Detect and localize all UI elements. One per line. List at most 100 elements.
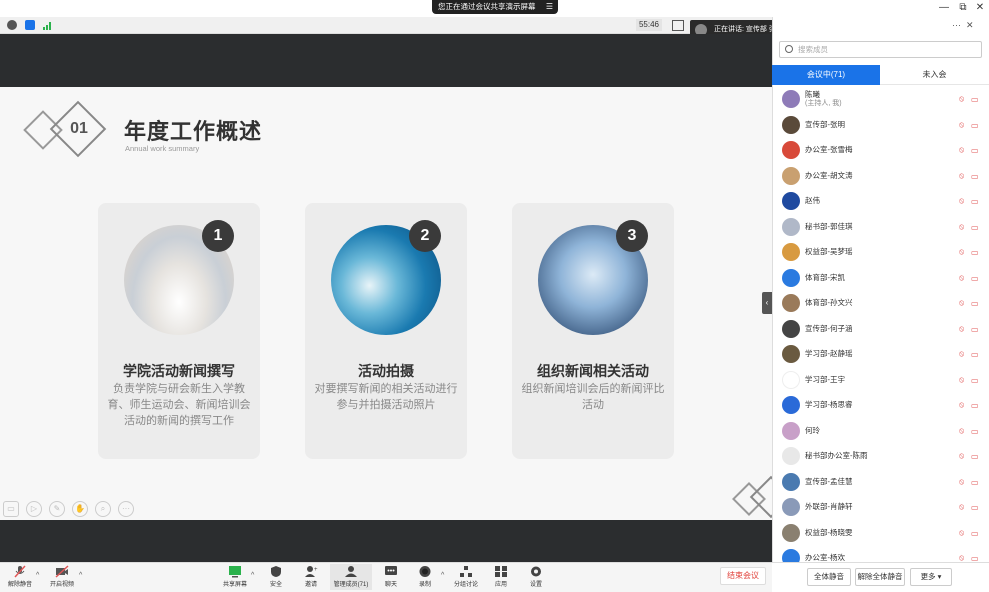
- mic-muted-icon[interactable]: ⦸: [959, 247, 967, 256]
- member-row[interactable]: 学习部-杨思睿 ⦸ ▭: [772, 392, 989, 418]
- video-off-icon[interactable]: ▭: [971, 529, 981, 538]
- member-row[interactable]: 体育部-孙文兴 ⦸ ▭: [772, 290, 989, 316]
- more-options-icon[interactable]: ···: [118, 501, 134, 517]
- video-off-icon[interactable]: ▭: [971, 95, 981, 104]
- video-off-icon[interactable]: ▭: [971, 274, 981, 283]
- meeting-timer: 55:46: [636, 19, 662, 31]
- share-menu-icon[interactable]: ☰: [546, 0, 553, 14]
- member-row[interactable]: 办公室-胡文涛 ⦸ ▭: [772, 163, 989, 189]
- member-name: 宣传部-何子涵: [805, 323, 853, 333]
- tab-not-joined[interactable]: 未入会: [880, 65, 989, 85]
- video-off-icon[interactable]: ▭: [971, 248, 981, 257]
- slide-number-mark: 01: [70, 120, 88, 137]
- member-row[interactable]: 外联部-肖静轩 ⦸ ▭: [772, 494, 989, 520]
- member-row[interactable]: 学习部-赵静瑶 ⦸ ▭: [772, 341, 989, 367]
- panel-more-button[interactable]: 更多 ▾: [910, 568, 952, 586]
- mic-muted-icon[interactable]: ⦸: [959, 120, 967, 129]
- pen-icon[interactable]: ✎: [49, 501, 65, 517]
- mic-muted-icon[interactable]: ⦸: [959, 324, 967, 333]
- member-row[interactable]: 学习部-王宇 ⦸ ▭: [772, 367, 989, 393]
- settings-button[interactable]: 设置: [516, 564, 556, 590]
- minimize-button[interactable]: —: [934, 1, 954, 15]
- audio-options-caret[interactable]: ^: [36, 572, 39, 579]
- info-icon[interactable]: [7, 20, 17, 30]
- mic-muted-icon[interactable]: ⦸: [959, 222, 967, 231]
- video-off-icon[interactable]: ▭: [971, 325, 981, 334]
- start-video-button[interactable]: 开启视频: [42, 564, 82, 590]
- avatar: [782, 294, 800, 312]
- member-row[interactable]: 陈曦 (主持人, 我) ⦸ ▭: [772, 86, 989, 112]
- mic-muted-icon[interactable]: ⦸: [959, 349, 967, 358]
- play-icon[interactable]: ▷: [26, 501, 42, 517]
- mic-muted-icon[interactable]: ⦸: [959, 145, 967, 154]
- video-off-icon[interactable]: ▭: [971, 299, 981, 308]
- video-off-icon[interactable]: ▭: [971, 197, 981, 206]
- invite-button[interactable]: + 邀请: [291, 564, 331, 590]
- member-row[interactable]: 秘书部办公室-陈雨 ⦸ ▭: [772, 443, 989, 469]
- mic-muted-icon[interactable]: ⦸: [959, 400, 967, 409]
- unmute-button[interactable]: 解除静音: [0, 564, 40, 590]
- member-row[interactable]: 何玲 ⦸ ▭: [772, 418, 989, 444]
- mic-muted-icon[interactable]: ⦸: [959, 553, 967, 562]
- member-row[interactable]: 权益部-吴梦瑶 ⦸ ▭: [772, 239, 989, 265]
- member-search-input[interactable]: 搜索成员: [779, 41, 982, 58]
- slide-thumbnail-icon[interactable]: ▭: [3, 501, 19, 517]
- video-off-icon[interactable]: ▭: [971, 427, 981, 436]
- shield-icon[interactable]: [25, 20, 35, 30]
- member-row[interactable]: 宣传部-何子涵 ⦸ ▭: [772, 316, 989, 342]
- tab-in-meeting[interactable]: 会议中(71): [772, 65, 880, 85]
- video-off-icon[interactable]: ▭: [971, 146, 981, 155]
- mic-muted-icon[interactable]: ⦸: [959, 171, 967, 180]
- panel-close-icon[interactable]: ✕: [966, 20, 974, 31]
- video-off-icon[interactable]: ▭: [971, 350, 981, 359]
- mic-muted-icon[interactable]: ⦸: [959, 94, 967, 103]
- video-off-icon[interactable]: ▭: [971, 121, 981, 130]
- share-options-caret[interactable]: ^: [251, 572, 254, 579]
- mic-muted-icon[interactable]: ⦸: [959, 477, 967, 486]
- manage-members-button[interactable]: 管理成员(71): [330, 564, 372, 590]
- member-row[interactable]: 秘书部-郭佳琪 ⦸ ▭: [772, 214, 989, 240]
- unmute-all-button[interactable]: 解除全体静音: [855, 568, 905, 586]
- video-off-icon[interactable]: ▭: [971, 376, 981, 385]
- video-off-icon[interactable]: ▭: [971, 478, 981, 487]
- member-row[interactable]: 办公室-张雪梅 ⦸ ▭: [772, 137, 989, 163]
- apps-button[interactable]: 应用: [481, 564, 521, 590]
- panel-more-icon[interactable]: ···: [952, 20, 961, 30]
- mic-muted-icon[interactable]: ⦸: [959, 273, 967, 282]
- signal-icon[interactable]: [43, 21, 53, 30]
- avatar: [782, 319, 800, 338]
- hand-icon[interactable]: ✋: [72, 501, 88, 517]
- record-options-caret[interactable]: ^: [441, 572, 444, 579]
- member-row[interactable]: 宣传部-张明 ⦸ ▭: [772, 112, 989, 138]
- mic-muted-icon[interactable]: ⦸: [959, 298, 967, 307]
- video-options-caret[interactable]: ^: [79, 572, 82, 579]
- record-button[interactable]: 录制: [405, 564, 445, 590]
- member-row[interactable]: 宣传部-孟佳慧 ⦸ ▭: [772, 469, 989, 495]
- mic-muted-icon[interactable]: ⦸: [959, 528, 967, 537]
- end-meeting-button[interactable]: 结束会议: [720, 567, 766, 585]
- view-layout-icon[interactable]: [672, 20, 684, 31]
- mic-muted-icon[interactable]: ⦸: [959, 451, 967, 460]
- video-off-icon[interactable]: ▭: [971, 401, 981, 410]
- video-off-icon[interactable]: ▭: [971, 503, 981, 512]
- video-off-icon[interactable]: ▭: [971, 554, 981, 563]
- share-screen-button[interactable]: 共享屏幕: [215, 564, 255, 590]
- member-row[interactable]: 体育部-宋凯 ⦸ ▭: [772, 265, 989, 291]
- collapse-panel-button[interactable]: ‹: [762, 292, 772, 314]
- member-row[interactable]: 权益部-杨晓雯 ⦸ ▭: [772, 520, 989, 546]
- member-name: 宣传部-张明: [805, 119, 845, 129]
- security-button[interactable]: 安全: [256, 564, 296, 590]
- member-row[interactable]: 赵伟 ⦸ ▭: [772, 188, 989, 214]
- video-off-icon[interactable]: ▭: [971, 452, 981, 461]
- zoom-icon[interactable]: ⌕: [95, 501, 111, 517]
- mic-muted-icon[interactable]: ⦸: [959, 196, 967, 205]
- video-off-icon[interactable]: ▭: [971, 172, 981, 181]
- breakout-button[interactable]: 分组讨论: [446, 564, 486, 590]
- share-notice[interactable]: 您正在通过会议共享演示屏幕 ☰: [432, 0, 558, 14]
- mic-muted-icon[interactable]: ⦸: [959, 426, 967, 435]
- close-window-button[interactable]: ✕: [970, 1, 989, 15]
- mute-all-button[interactable]: 全体静音: [807, 568, 851, 586]
- mic-muted-icon[interactable]: ⦸: [959, 375, 967, 384]
- video-off-icon[interactable]: ▭: [971, 223, 981, 232]
- mic-muted-icon[interactable]: ⦸: [959, 502, 967, 511]
